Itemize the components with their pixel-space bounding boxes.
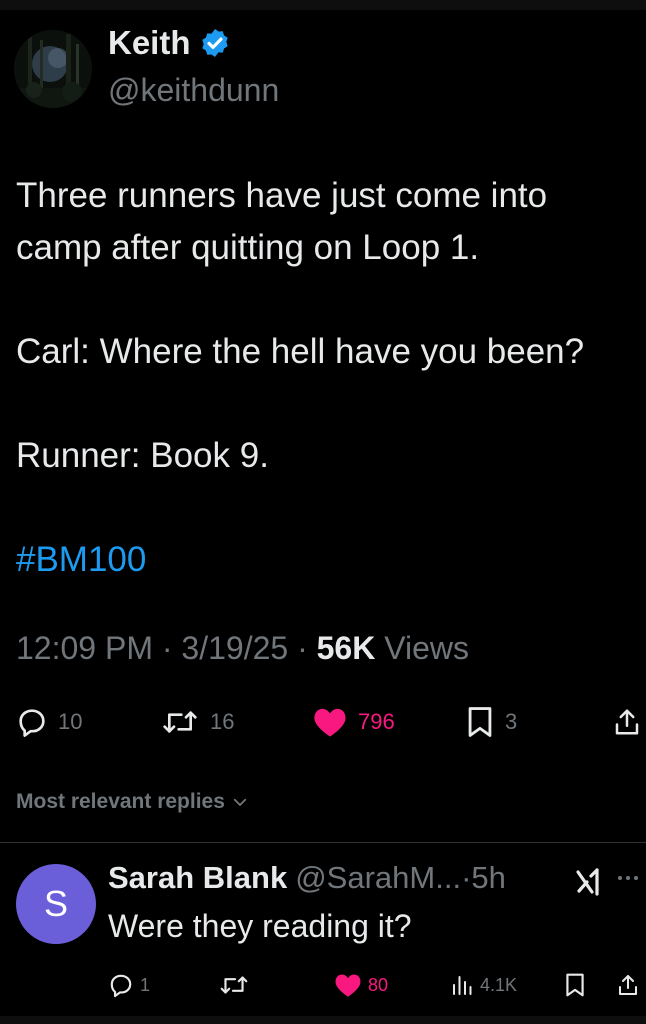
replies-sort-dropdown[interactable]: Most relevant replies [16,790,249,814]
chevron-down-icon [233,798,247,806]
reply-reply-button[interactable]: 1 [108,968,150,1002]
tweet-time[interactable]: 12:09 PM [16,630,153,666]
tweet-paragraph: Three runners have just come into camp a… [16,176,548,267]
more-options-icon[interactable] [616,866,640,890]
reply-views-button[interactable]: 4.1K [450,968,517,1002]
reply-icon [110,974,132,998]
author-handle[interactable]: @keithdunn [108,72,279,109]
bookmark-icon [566,973,584,997]
reply-header: Sarah Blank @SarahM... ·5h [108,860,506,896]
tweet-paragraph: Carl: Where the hell have you been? [16,332,585,371]
repost-button[interactable]: 16 [160,697,234,747]
reply-reply-count: 1 [140,974,151,995]
tweet-text: Three runners have just come into camp a… [16,170,628,586]
forest-photo-icon [14,30,92,108]
bottom-strip [0,1016,646,1024]
status-bar-strip [0,0,646,10]
divider [0,842,646,843]
reply-like-button[interactable]: 80 [334,968,388,1002]
tweet-meta: 12:09 PM · 3/19/25 · 56K Views [16,630,469,667]
bookmark-button[interactable]: 3 [465,697,517,747]
repost-icon [220,976,248,994]
tweet-paragraph: Runner: Book 9. [16,436,269,475]
repost-count: 16 [210,709,235,734]
views-label[interactable]: Views [384,630,469,666]
hashtag-link[interactable]: #BM100 [16,540,146,579]
reply-bookmark-button[interactable] [564,968,586,1002]
reply-text: Were they reading it? [108,908,412,944]
replies-sort-label: Most relevant replies [16,790,225,813]
reply-avatar[interactable]: S [16,864,96,944]
share-icon [615,709,639,735]
author-name-row[interactable]: Keith [108,24,231,62]
reply-time[interactable]: ·5h [461,860,506,896]
separator: · [297,630,308,666]
reply-author-handle[interactable]: @SarahM... [295,860,461,896]
reply-count: 10 [58,709,83,734]
reply-action-bar: 1 80 4.1K [0,968,646,1002]
reply-share-button[interactable] [616,968,640,1002]
verified-badge-icon [201,29,228,57]
analytics-icon [453,976,472,995]
reply-avatar-letter: S [43,883,68,924]
reply-icon [19,709,45,737]
tweet-action-bar: 10 16 796 3 [0,697,646,747]
repost-icon [163,711,197,733]
reply-like-count: 80 [368,974,389,995]
like-button[interactable]: 796 [312,697,395,747]
grok-icon[interactable] [574,867,604,897]
author-name[interactable]: Keith [108,24,191,62]
heart-icon [335,974,361,997]
like-count: 796 [358,709,395,734]
reply-repost-button[interactable] [218,968,250,1002]
share-button[interactable] [612,697,642,747]
reply-author-name[interactable]: Sarah Blank [108,860,287,896]
bookmark-count: 3 [505,709,518,734]
views-count[interactable]: 56K [317,630,376,666]
share-icon [619,975,637,995]
reply-views-count: 4.1K [480,974,518,995]
heart-icon [314,708,346,737]
separator: · [161,630,173,666]
author-avatar[interactable] [14,30,92,108]
reply-button[interactable]: 10 [16,697,82,747]
bookmark-icon [468,707,492,737]
tweet-date[interactable]: 3/19/25 [181,630,288,666]
